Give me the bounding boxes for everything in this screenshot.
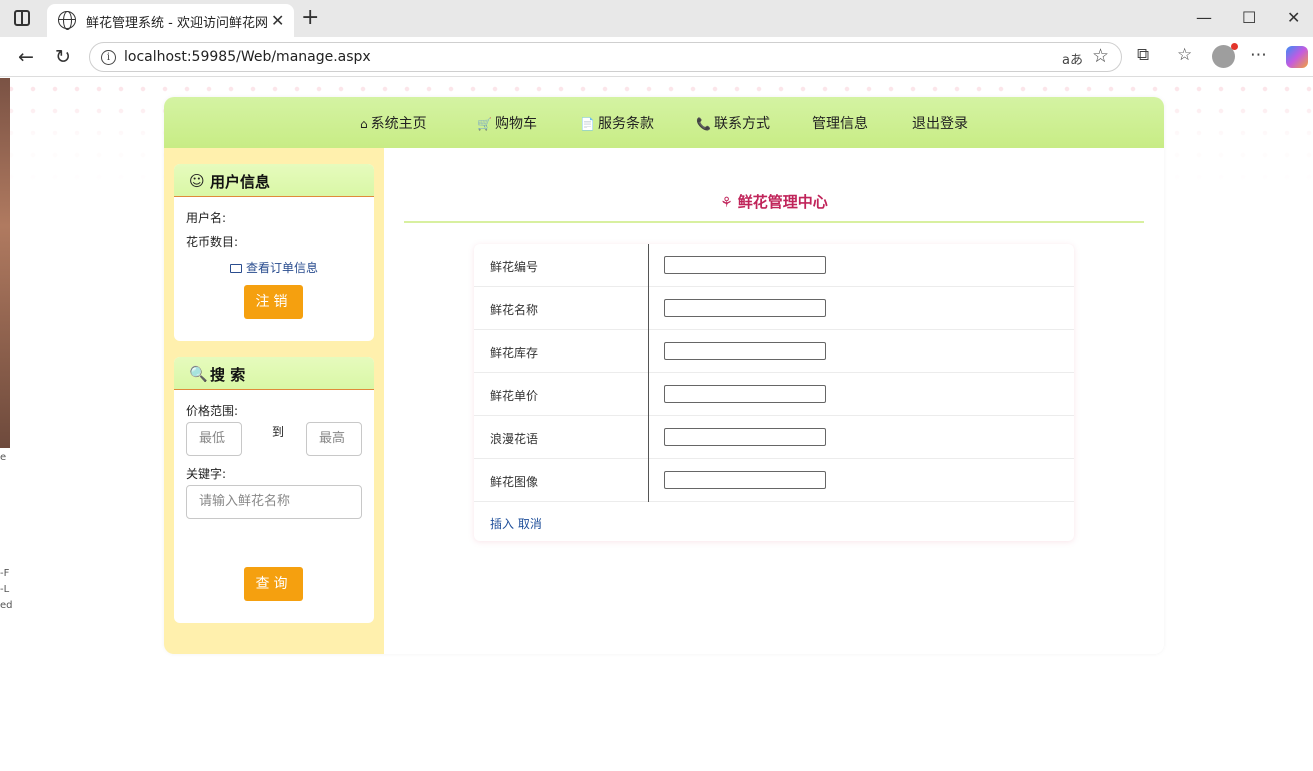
background-window-text: -F [0,568,10,579]
flower-id-input[interactable] [664,256,826,274]
view-orders-label: 查看订单信息 [246,261,319,275]
form-row: 鲜花库存 [474,330,1074,373]
field-label: 鲜花图像 [490,475,539,489]
url-field[interactable]: i localhost:59985/Web/manage.aspx aあ ☆ [89,42,1122,72]
home-icon: ⌂ [360,117,368,131]
globe-icon [58,11,76,30]
back-icon[interactable]: ← [18,46,34,68]
flower-stock-input[interactable] [664,342,826,360]
main-content: ⚘ 鲜花管理中心 鲜花编号 鲜花名称 鲜花库存 鲜花单价 浪漫花语 鲜花图像 插… [384,148,1164,654]
search-panel-title: 搜 索 [210,366,246,384]
copilot-icon[interactable] [1286,46,1308,68]
user-circle-icon: ☺ [189,172,205,190]
flower-form: 鲜花编号 鲜花名称 鲜花库存 鲜花单价 浪漫花语 鲜花图像 插入 取消 [474,244,1074,541]
more-icon[interactable]: ⋯ [1250,45,1267,65]
min-price-input[interactable]: 最低 [186,422,242,456]
browser-tab[interactable]: 鲜花管理系统 - 欢迎访问鲜花网上 ✕ [47,4,294,37]
flower-price-input[interactable] [664,385,826,403]
flower-image-input[interactable] [664,471,826,489]
coins-label: 花币数目: [186,235,239,249]
tab-title: 鲜花管理系统 - 欢迎访问鲜花网上 [86,16,268,31]
page-title: ⚘ 鲜花管理中心 [384,191,1164,212]
user-info-panel: ☺ 用户信息 用户名: 花币数目: 查看订单信息 注销 [174,164,374,341]
field-label: 鲜花名称 [490,303,539,317]
nav-logout[interactable]: 退出登录 [912,113,968,133]
user-panel-title: 用户信息 [210,173,271,191]
form-row: 鲜花图像 [474,459,1074,502]
profile-avatar[interactable] [1212,43,1238,68]
field-label: 鲜花库存 [490,346,539,360]
tab-close-icon[interactable]: ✕ [271,11,284,30]
sidebar: ☺ 用户信息 用户名: 花币数目: 查看订单信息 注销 🔍 搜 索 价格范围: … [164,148,384,654]
background-window-text: ed [0,600,12,611]
nav-home[interactable]: ⌂ 系统主页 [360,113,427,133]
phone-icon: 📞 [696,117,711,131]
nav-terms[interactable]: 📄 服务条款 [580,113,654,133]
field-label: 浪漫花语 [490,432,539,446]
search-panel: 🔍 搜 索 价格范围: 最低 到 最高 关键字: 请输入鲜花名称 查询 [174,357,374,623]
form-row: 鲜花编号 [474,244,1074,287]
row-divider [648,373,649,416]
field-label: 鲜花编号 [490,260,539,274]
user-panel-header: ☺ 用户信息 [174,164,374,197]
order-list-icon [230,264,242,273]
cart-icon: 🛒 [477,117,492,131]
row-divider [648,330,649,373]
background-window-edge [0,78,10,448]
row-divider [648,459,649,502]
site-container: ⌂ 系统主页 🛒 购物车 📄 服务条款 📞 联系方式 管理信息 退出登录 ☺ 用户信息 … [164,97,1164,654]
info-icon[interactable]: i [101,50,116,65]
window-close-icon[interactable]: ✕ [1287,8,1300,27]
row-divider [648,244,649,287]
flower-icon: ⚘ [720,195,733,211]
document-icon: 📄 [580,117,595,131]
price-range-label: 价格范围: [186,404,239,418]
nav-contact-label: 联系方式 [713,116,770,132]
keyword-input[interactable]: 请输入鲜花名称 [186,485,362,519]
form-row: 浪漫花语 [474,416,1074,459]
query-button[interactable]: 查询 [244,567,303,601]
read-aloud-icon[interactable]: aあ [1062,49,1083,68]
flower-language-input[interactable] [664,428,826,446]
to-label: 到 [272,425,285,439]
nav-terms-label: 服务条款 [597,116,654,132]
extensions-icon[interactable]: ⧉ [1137,45,1149,65]
background-window-text: -L [0,584,10,595]
nav-contact[interactable]: 📞 联系方式 [696,113,770,133]
star-icon[interactable]: ☆ [1092,45,1109,67]
logout-button[interactable]: 注销 [244,285,303,319]
nav-home-label: 系统主页 [370,116,427,132]
url-text[interactable]: localhost:59985/Web/manage.aspx [124,49,371,65]
keyword-label: 关键字: [186,467,227,481]
tab-actions-icon[interactable] [14,10,30,26]
max-price-input[interactable]: 最高 [306,422,362,456]
nav-manage[interactable]: 管理信息 [812,113,868,133]
new-tab-icon[interactable]: + [301,5,319,30]
username-label: 用户名: [186,211,227,225]
title-divider [404,221,1144,223]
form-row: 鲜花名称 [474,287,1074,330]
address-bar-row: ← ↻ i localhost:59985/Web/manage.aspx aあ… [0,37,1313,77]
refresh-icon[interactable]: ↻ [55,46,71,68]
search-panel-header: 🔍 搜 索 [174,357,374,390]
browser-tabstrip: 鲜花管理系统 - 欢迎访问鲜花网上 ✕ + — ☐ ✕ [0,0,1313,37]
row-divider [648,287,649,330]
minimize-icon[interactable]: — [1196,8,1212,27]
field-label: 鲜花单价 [490,389,539,403]
flower-name-input[interactable] [664,299,826,317]
insert-link[interactable]: 插入 [490,517,514,531]
form-row: 鲜花单价 [474,373,1074,416]
background-window-text: e [0,452,7,463]
search-icon: 🔍 [189,365,208,383]
form-actions: 插入 取消 [490,515,542,532]
nav-cart-label: 购物车 [494,116,537,132]
nav-cart[interactable]: 🛒 购物车 [477,113,537,133]
view-orders-link[interactable]: 查看订单信息 [230,259,318,276]
maximize-icon[interactable]: ☐ [1242,8,1256,27]
page-title-text: 鲜花管理中心 [737,193,828,211]
site-nav: ⌂ 系统主页 🛒 购物车 📄 服务条款 📞 联系方式 管理信息 退出登录 [164,97,1164,148]
favorites-icon[interactable]: ☆ [1177,45,1192,65]
cancel-link[interactable]: 取消 [518,517,542,531]
row-divider [648,416,649,459]
